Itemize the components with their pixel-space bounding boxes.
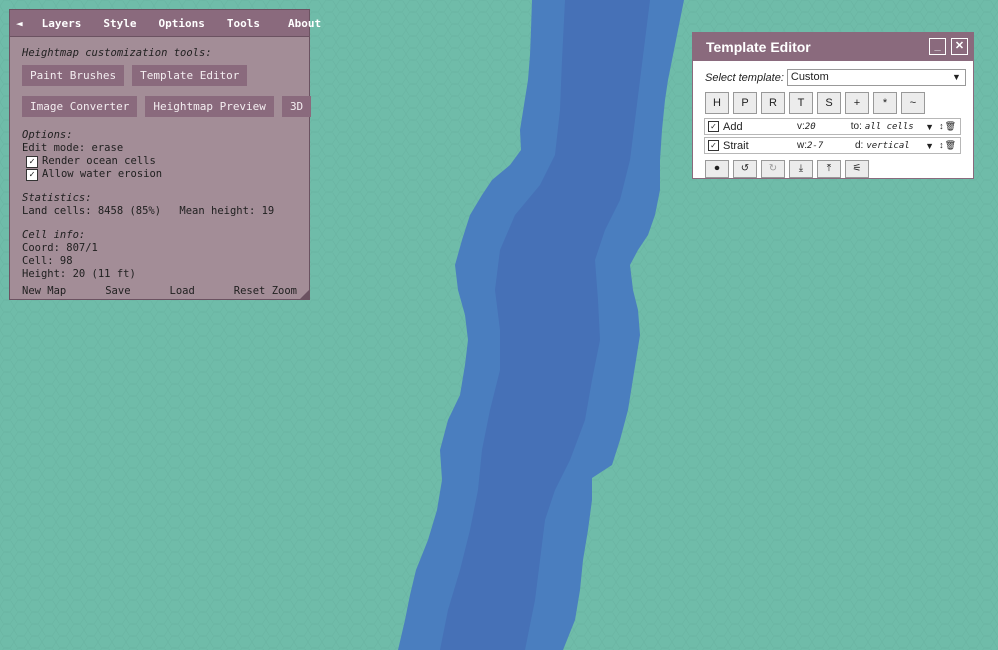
add-trough-button[interactable]: T <box>789 92 813 114</box>
play-icon[interactable]: ⏺ <box>705 160 729 178</box>
land-cells-stat: Land cells: 8458 (85%) <box>22 205 161 217</box>
template-editor-title: Template Editor <box>706 39 811 55</box>
render-ocean-checkbox[interactable]: ✓ <box>26 156 38 168</box>
tab-layers[interactable]: Layers <box>31 17 93 30</box>
step-value[interactable]: 2-7 <box>807 141 849 151</box>
render-ocean-option[interactable]: ✓ Render ocean cells <box>22 155 297 168</box>
minimize-button[interactable]: _ <box>929 38 946 55</box>
template-editor-titlebar[interactable]: Template Editor _ ✕ <box>693 33 973 61</box>
water-erosion-label: Allow water erosion <box>42 168 162 181</box>
chevron-down-icon: ▼ <box>952 70 961 85</box>
new-map-link[interactable]: New Map <box>22 285 66 297</box>
tools-panel: ◄ Layers Style Options Tools About Heigh… <box>9 9 310 300</box>
tab-style[interactable]: Style <box>92 17 147 30</box>
undo-icon[interactable]: ↺ <box>733 160 757 178</box>
statistics-label: Statistics: <box>22 192 297 205</box>
tab-about[interactable]: About <box>277 17 332 30</box>
step-target[interactable]: vertical <box>866 141 909 151</box>
reset-zoom-link[interactable]: Reset Zoom <box>234 285 297 297</box>
paint-brushes-button[interactable]: Paint Brushes <box>22 65 124 86</box>
close-button[interactable]: ✕ <box>951 38 968 55</box>
chevron-down-icon[interactable]: ▼ <box>925 122 934 132</box>
step-value-label: w: <box>797 140 807 151</box>
select-template-label: Select template: <box>705 72 784 84</box>
load-link[interactable]: Load <box>170 285 195 297</box>
resize-grip-icon[interactable] <box>300 290 309 299</box>
step-type-buttons: H P R T S + * ~ <box>705 92 973 114</box>
cell-id-text: Cell: 98 <box>22 255 297 268</box>
upload-icon[interactable]: ⤒ <box>817 160 841 178</box>
render-ocean-label: Render ocean cells <box>42 155 156 168</box>
3d-view-button[interactable]: 3D <box>282 96 311 117</box>
add-strait-button[interactable]: S <box>817 92 841 114</box>
add-pit-button[interactable]: P <box>733 92 757 114</box>
step-value[interactable]: 20 <box>805 122 843 132</box>
add-hill-button[interactable]: H <box>705 92 729 114</box>
template-actions: ⏺ ↺ ↻ ⤓ ⤒ ⚟ <box>705 160 973 178</box>
download-icon[interactable]: ⤓ <box>789 160 813 178</box>
step-target-label: d: <box>855 140 863 151</box>
tools-tab-bar: ◄ Layers Style Options Tools About <box>10 10 309 37</box>
add-range-button[interactable]: R <box>761 92 785 114</box>
edit-mode-text: Edit mode: erase <box>22 142 297 155</box>
template-step[interactable]: ✓ Strait w: 2-7 d: vertical ▼ ↕🗑 <box>704 137 961 154</box>
template-step[interactable]: ✓ Add v: 20 to: all cells ▼ ↕🗑 <box>704 118 961 135</box>
cell-coord-text: Coord: 807/1 <box>22 242 297 255</box>
multiply-button[interactable]: * <box>873 92 897 114</box>
save-link[interactable]: Save <box>105 285 130 297</box>
template-editor-dialog: Template Editor _ ✕ Select template: Cus… <box>692 32 974 179</box>
chevron-down-icon[interactable]: ▼ <box>925 141 934 151</box>
step-checkbox[interactable]: ✓ <box>708 140 719 151</box>
heightmap-preview-button[interactable]: Heightmap Preview <box>145 96 274 117</box>
collapse-arrow-icon[interactable]: ◄ <box>10 17 31 30</box>
step-target-label: to: <box>851 121 862 132</box>
cell-height-text: Height: 20 (11 ft) <box>22 268 297 281</box>
redo-icon[interactable]: ↻ <box>761 160 785 178</box>
step-checkbox[interactable]: ✓ <box>708 121 719 132</box>
water-erosion-checkbox[interactable]: ✓ <box>26 169 38 181</box>
step-target[interactable]: all cells <box>865 122 914 132</box>
water-erosion-option[interactable]: ✓ Allow water erosion <box>22 168 297 181</box>
options-label: Options: <box>22 129 297 142</box>
tab-tools[interactable]: Tools <box>216 17 271 30</box>
tools-footer: New Map Save Load Reset Zoom <box>22 285 297 297</box>
smooth-button[interactable]: ~ <box>901 92 925 114</box>
image-converter-button[interactable]: Image Converter <box>22 96 137 117</box>
template-select-value: Custom <box>791 71 829 83</box>
drag-trash-icons[interactable]: ↕🗑 <box>939 121 957 132</box>
template-select[interactable]: Custom ▼ <box>787 69 966 86</box>
add-button[interactable]: + <box>845 92 869 114</box>
mean-height-stat: Mean height: 19 <box>179 205 274 217</box>
template-editor-button[interactable]: Template Editor <box>132 65 247 86</box>
step-value-label: v: <box>797 121 805 132</box>
cell-info-label: Cell info: <box>22 229 297 242</box>
drag-trash-icons[interactable]: ↕🗑 <box>939 140 957 151</box>
heightmap-tools-heading: Heightmap customization tools: <box>22 47 297 59</box>
step-name: Strait <box>723 140 797 152</box>
tab-options[interactable]: Options <box>148 17 216 30</box>
compass-icon[interactable]: ⚟ <box>845 160 869 178</box>
step-name: Add <box>723 121 797 133</box>
